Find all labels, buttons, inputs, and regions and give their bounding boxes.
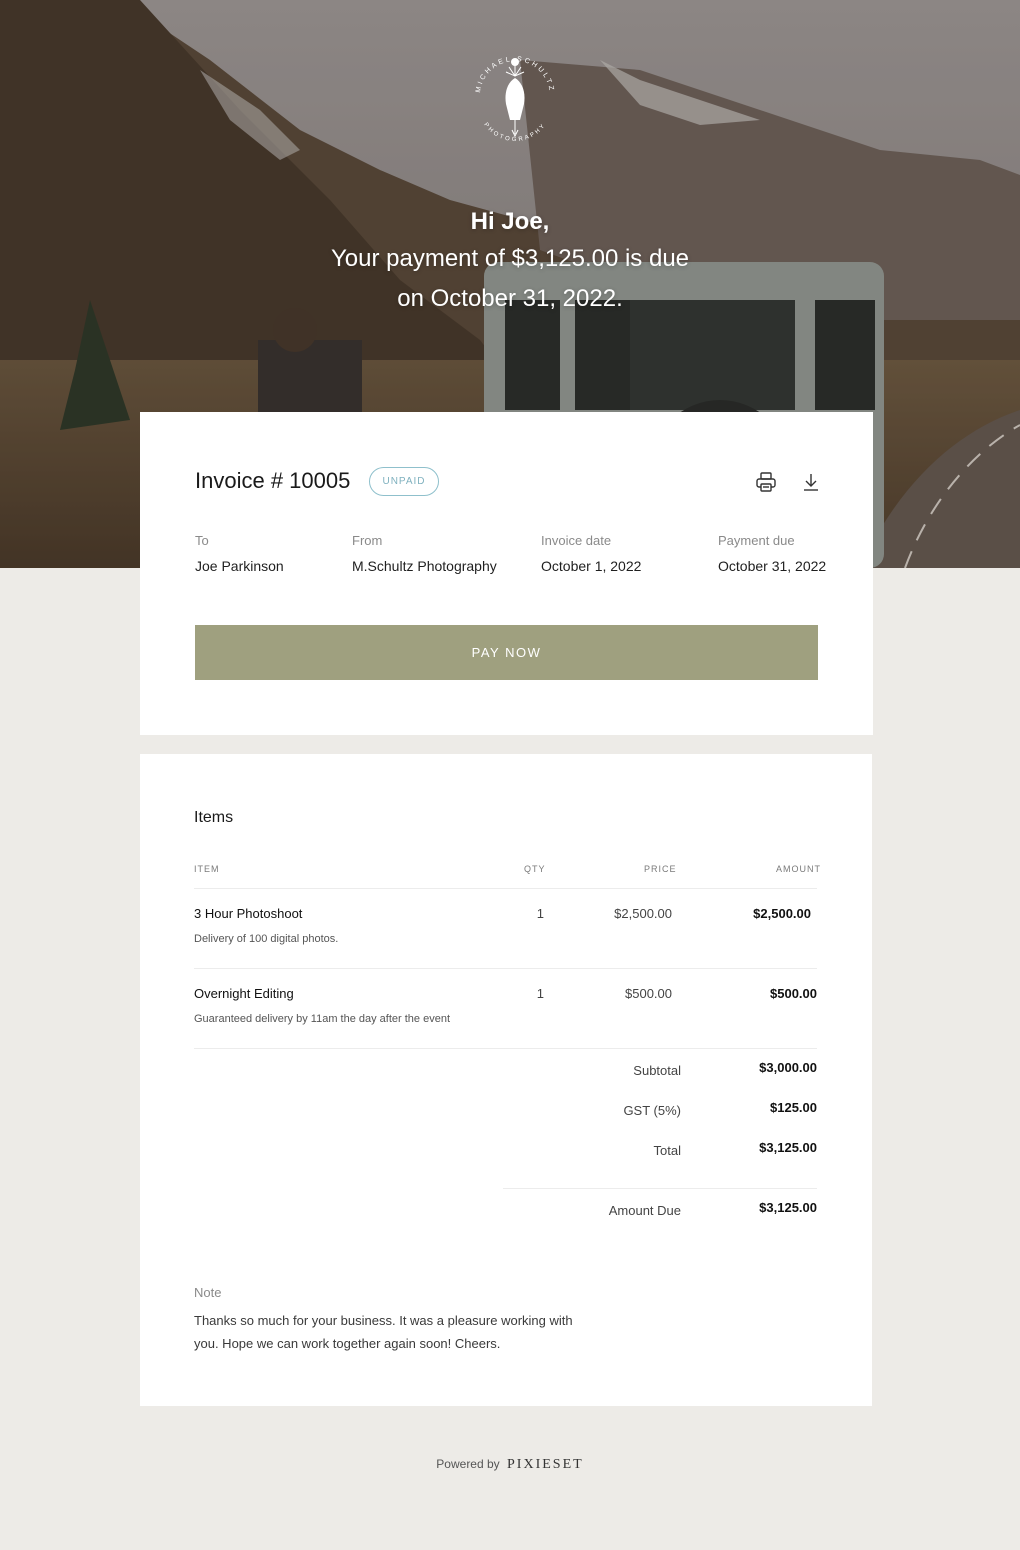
invoice-summary-card: Invoice # 10005 UNPAID To Joe Parkinson … (140, 412, 873, 735)
item-qty: 1 (536, 986, 544, 1001)
payment-due: Payment due October 31, 2022 (718, 533, 826, 574)
item-amount: $2,500.00 (753, 906, 811, 921)
item-amount: $500.00 (770, 986, 817, 1001)
column-header-price: PRICE (644, 864, 677, 874)
column-header-item: ITEM (194, 864, 220, 874)
from-value: M.Schultz Photography (352, 558, 497, 574)
from-label: From (352, 533, 383, 548)
gst-label: GST (5%) (623, 1103, 681, 1118)
item-name: 3 Hour Photoshoot (194, 906, 303, 921)
note-text: Thanks so much for your business. It was… (194, 1313, 573, 1351)
items-heading: Items (194, 809, 234, 826)
row-divider (194, 968, 817, 969)
payment-greeting: Hi Joe, Your payment of $3,125.00 is due… (0, 205, 1020, 319)
bill-from: From M.Schultz Photography (352, 533, 497, 574)
payment-due-value: October 31, 2022 (718, 558, 827, 574)
note-label: Note (194, 1285, 222, 1300)
pay-now-button[interactable]: PAY NOW (195, 625, 818, 680)
powered-by-text: Powered by (436, 1457, 500, 1471)
amount-due-label: Amount Due (608, 1203, 681, 1218)
item-description: Guaranteed delivery by 11am the day afte… (194, 1013, 451, 1025)
subtotal-value: $3,000.00 (759, 1060, 817, 1075)
brand-logo-icon: MICHAEL SCHULTZ PHOTOGRAPHY (475, 56, 552, 143)
gst-value: $125.00 (770, 1100, 817, 1115)
invoice-date: Invoice date October 1, 2022 (541, 533, 641, 574)
column-header-qty: QTY (524, 864, 546, 874)
printer-icon[interactable] (754, 470, 778, 494)
items-card: Items ITEM QTY PRICE AMOUNT 3 Hour Photo… (140, 754, 872, 1406)
to-label: To (195, 533, 209, 548)
greeting-line-1: Your payment of $3,125.00 is due (330, 245, 690, 272)
footer: Powered by PIXIESET (0, 1457, 1020, 1473)
item-price: $2,500.00 (614, 906, 672, 921)
to-value: Joe Parkinson (195, 558, 284, 574)
invoice-date-value: October 1, 2022 (541, 558, 642, 574)
pixieset-brand-link[interactable]: PIXIESET (507, 1457, 584, 1472)
status-badge: UNPAID (369, 467, 439, 496)
greeting-title: Hi Joe, (470, 208, 550, 235)
download-icon[interactable] (799, 470, 823, 494)
item-price: $500.00 (625, 986, 672, 1001)
amount-due-divider (503, 1188, 817, 1189)
subtotal-label: Subtotal (633, 1063, 681, 1078)
invoice-title: Invoice # 10005 (195, 468, 351, 493)
total-value: $3,125.00 (759, 1140, 817, 1155)
total-label: Total (653, 1143, 681, 1158)
greeting-line-2: on October 31, 2022. (397, 285, 623, 312)
item-name: Overnight Editing (194, 986, 294, 1001)
row-divider (194, 1048, 817, 1049)
column-header-amount: AMOUNT (776, 864, 821, 874)
bill-to: To Joe Parkinson (195, 533, 284, 574)
item-qty: 1 (536, 906, 544, 921)
header-divider (194, 888, 817, 889)
invoice-date-label: Invoice date (541, 533, 612, 548)
payment-due-label: Payment due (718, 533, 795, 548)
item-description: Delivery of 100 digital photos. (194, 933, 339, 945)
amount-due-value: $3,125.00 (759, 1200, 817, 1215)
